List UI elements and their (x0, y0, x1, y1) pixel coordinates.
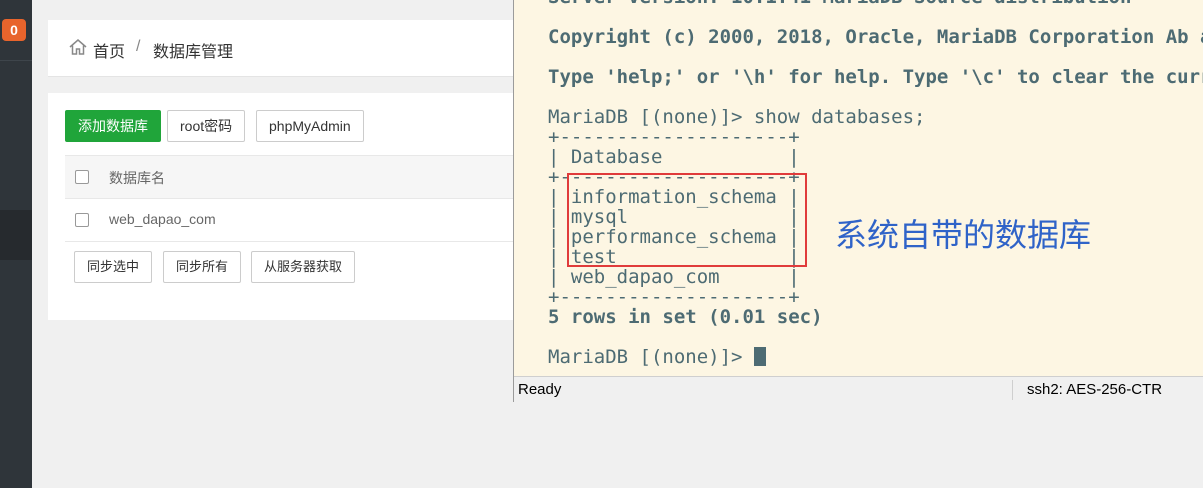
sidebar-active-item[interactable] (0, 210, 32, 260)
sidebar: 0 (0, 0, 32, 488)
breadcrumb: 首页 / 数据库管理 (48, 20, 528, 77)
sync-selected-button[interactable]: 同步选中 (74, 251, 153, 283)
row-checkbox[interactable] (75, 213, 89, 227)
database-table: 数据库名 web_dapao_com (65, 155, 535, 242)
database-panel: 添加数据库 root密码 phpMyAdmin 数据库名 web_dapao_c… (48, 93, 535, 320)
terminal-line: Server version: 10.1.41-MariaDB Source d… (548, 0, 1131, 8)
status-encryption: ssh2: AES-256-CTR (1027, 381, 1163, 398)
breadcrumb-separator: / (136, 38, 141, 55)
table-header-row: 数据库名 (65, 156, 535, 199)
sync-all-button[interactable]: 同步所有 (163, 251, 242, 283)
terminal-line: +--------------------+ (548, 286, 800, 308)
add-database-button[interactable]: 添加数据库 (65, 110, 161, 142)
db-name-cell: web_dapao_com (109, 211, 216, 227)
breadcrumb-current: 数据库管理 (153, 44, 234, 61)
terminal-line: Type 'help;' or '\h' for help. Type '\c'… (548, 66, 1203, 88)
breadcrumb-home-link[interactable]: 首页 (93, 38, 125, 62)
status-ready: Ready (518, 381, 562, 398)
terminal-cursor (753, 347, 766, 366)
terminal-prompt: MariaDB [(none)]> (548, 346, 754, 368)
highlight-box (567, 173, 807, 267)
terminal-line: +--------------------+ (548, 126, 800, 148)
terminal-line: MariaDB [(none)]> show databases; (548, 106, 926, 128)
terminal-prompt-line[interactable]: MariaDB [(none)]> (548, 346, 766, 368)
terminal-statusbar: Ready ssh2: AES-256-CTR (514, 376, 1203, 403)
fetch-from-server-button[interactable]: 从服务器获取 (251, 251, 356, 283)
terminal-line: | Database | (548, 146, 800, 168)
annotation-label: 系统自带的数据库 (835, 216, 1092, 254)
sidebar-divider (0, 60, 32, 61)
terminal-line: 5 rows in set (0.01 sec) (548, 306, 823, 328)
select-all-checkbox[interactable] (75, 170, 89, 184)
column-header-db-name: 数据库名 (109, 170, 165, 186)
root-password-button[interactable]: root密码 (167, 110, 246, 142)
notification-badge[interactable]: 0 (2, 19, 26, 41)
phpmyadmin-button[interactable]: phpMyAdmin (256, 110, 364, 142)
home-icon[interactable] (68, 37, 88, 57)
table-row[interactable]: web_dapao_com (65, 199, 535, 242)
status-divider (1012, 380, 1013, 400)
terminal-line: | web_dapao_com | (548, 266, 800, 288)
terminal-line: Copyright (c) 2000, 2018, Oracle, MariaD… (548, 26, 1203, 48)
